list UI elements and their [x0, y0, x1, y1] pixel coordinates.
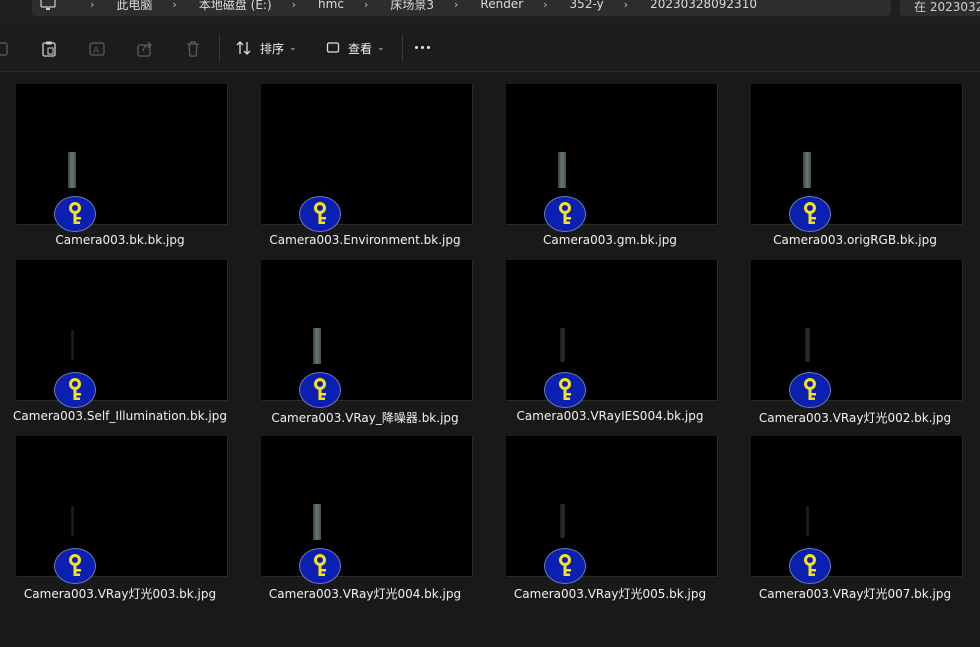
breadcrumb-item[interactable]: 20230328092310 [650, 0, 757, 11]
file-thumbnail[interactable] [16, 436, 227, 584]
view-label: 查看 [348, 41, 373, 56]
key-icon [789, 372, 831, 408]
key-icon [544, 196, 586, 232]
paste-icon[interactable] [40, 40, 58, 58]
file-tile[interactable]: Camera003.VRay_降噪器.bk.jpg [245, 248, 485, 425]
search-input[interactable]: 在 20230328 [900, 0, 980, 16]
view-button[interactable]: 查看 ⌄ [326, 36, 385, 60]
rename-icon[interactable]: A [88, 40, 106, 58]
chevron-right-icon: › [623, 0, 629, 11]
breadcrumb-item[interactable]: 床场景3 [390, 0, 434, 13]
file-thumbnail[interactable] [751, 260, 962, 408]
file-tile[interactable]: Camera003.bk.bk.jpg [0, 72, 240, 248]
key-icon [299, 196, 341, 232]
chevron-right-icon: › [363, 0, 369, 11]
share-icon[interactable] [136, 40, 154, 58]
file-tile[interactable]: Camera003.VRay灯光002.bk.jpg [735, 248, 975, 425]
chevron-right-icon: › [543, 0, 548, 11]
key-icon [789, 548, 831, 584]
svg-text:A: A [93, 46, 100, 56]
command-bar: A 排序 ⌄ 查看 ⌄ [0, 24, 980, 72]
file-name-label: Camera003.VRay灯光005.bk.jpg [513, 587, 707, 601]
file-explorer-window: › 此电脑 › 本地磁盘 (E:) › hmc › 床场景3 › Render … [0, 0, 980, 647]
sort-label: 排序 [260, 41, 285, 56]
file-thumbnail[interactable] [751, 436, 962, 584]
key-icon [54, 196, 96, 232]
chevron-right-icon: › [172, 0, 177, 11]
thumbnail-render-shard [313, 328, 321, 364]
key-icon [54, 372, 96, 408]
breadcrumb-item[interactable]: 352-y [570, 0, 604, 11]
chevron-right-icon: › [291, 0, 297, 11]
thumbnail-render-shard [558, 152, 566, 188]
file-tile[interactable]: Camera003.VRay灯光004.bk.jpg [245, 424, 485, 601]
file-tile[interactable]: Camera003.VRayIES004.bk.jpg [490, 248, 730, 424]
breadcrumb-item[interactable]: hmc [318, 0, 344, 11]
file-tile[interactable]: Camera003.VRay灯光007.bk.jpg [735, 424, 975, 601]
file-tile[interactable]: Camera003.Environment.bk.jpg [245, 72, 485, 248]
file-thumbnail[interactable] [506, 84, 717, 232]
file-name-label: Camera003.origRGB.bk.jpg [773, 233, 937, 247]
toolbar-divider [219, 34, 220, 62]
chevron-down-icon: ⌄ [289, 43, 297, 53]
file-name-label: Camera003.VRay灯光004.bk.jpg [268, 587, 462, 601]
file-name-label: Camera003.VRayIES004.bk.jpg [516, 409, 704, 423]
file-thumbnail[interactable] [261, 436, 472, 584]
thumbnail-render-shard [803, 152, 811, 188]
file-tile[interactable]: Camera003.VRay灯光003.bk.jpg [0, 424, 240, 601]
key-icon [299, 372, 341, 408]
file-name-label: Camera003.bk.bk.jpg [55, 233, 185, 247]
key-icon [299, 548, 341, 584]
file-tile[interactable]: Camera003.Self_Illumination.bk.jpg [0, 248, 240, 424]
file-thumbnail[interactable] [506, 260, 717, 408]
thumbnail-render-shard [68, 152, 76, 188]
thumbnail-render-shard [70, 506, 74, 536]
thumbnail-render-shard [313, 504, 321, 540]
sort-button[interactable]: 排序 ⌄ [236, 36, 297, 60]
address-strip: › 此电脑 › 本地磁盘 (E:) › hmc › 床场景3 › Render … [0, 0, 980, 24]
thumbnail-render-shard [559, 504, 565, 538]
sort-icon [236, 41, 251, 55]
file-name-label: Camera003.Environment.bk.jpg [269, 233, 461, 247]
breadcrumb-item[interactable]: 本地磁盘 (E:) [199, 0, 272, 13]
breadcrumb-item[interactable]: 此电脑 [116, 0, 152, 13]
thumbnail-render-shard [70, 330, 74, 360]
file-thumbnail[interactable] [751, 84, 962, 232]
file-thumbnail[interactable] [16, 84, 227, 232]
file-name-label: Camera003.gm.bk.jpg [543, 233, 677, 247]
thumbnail-render-shard [559, 328, 565, 362]
file-grid: Camera003.bk.bk.jpg Camera003.Environment… [0, 72, 980, 647]
key-icon [544, 372, 586, 408]
copy-icon[interactable] [0, 40, 12, 58]
file-tile[interactable]: Camera003.gm.bk.jpg [490, 72, 730, 248]
address-bar[interactable]: › 此电脑 › 本地磁盘 (E:) › hmc › 床场景3 › Render … [32, 0, 891, 16]
breadcrumb-item[interactable]: Render [480, 0, 523, 11]
file-thumbnail[interactable] [506, 436, 717, 584]
pc-icon [40, 0, 56, 10]
chevron-down-icon: ⌄ [377, 43, 385, 53]
delete-icon[interactable] [184, 40, 202, 58]
file-thumbnail[interactable] [261, 84, 472, 232]
more-icon[interactable] [415, 46, 430, 49]
toolbar-divider [402, 34, 403, 62]
file-tile[interactable]: Camera003.origRGB.bk.jpg [735, 72, 975, 248]
view-icon [326, 42, 340, 53]
file-tile[interactable]: Camera003.VRay灯光005.bk.jpg [490, 424, 730, 601]
key-icon [544, 548, 586, 584]
file-name-label: Camera003.Self_Illumination.bk.jpg [13, 409, 227, 423]
chevron-right-icon: › [454, 0, 459, 11]
thumbnail-render-shard [804, 328, 810, 362]
file-name-label: Camera003.VRay灯光003.bk.jpg [23, 587, 217, 601]
file-name-label: Camera003.VRay灯光007.bk.jpg [758, 587, 952, 601]
key-icon [789, 196, 831, 232]
key-icon [54, 548, 96, 584]
file-thumbnail[interactable] [16, 260, 227, 408]
chevron-right-icon: › [90, 0, 95, 11]
thumbnail-render-shard [805, 506, 809, 536]
file-thumbnail[interactable] [261, 260, 472, 408]
